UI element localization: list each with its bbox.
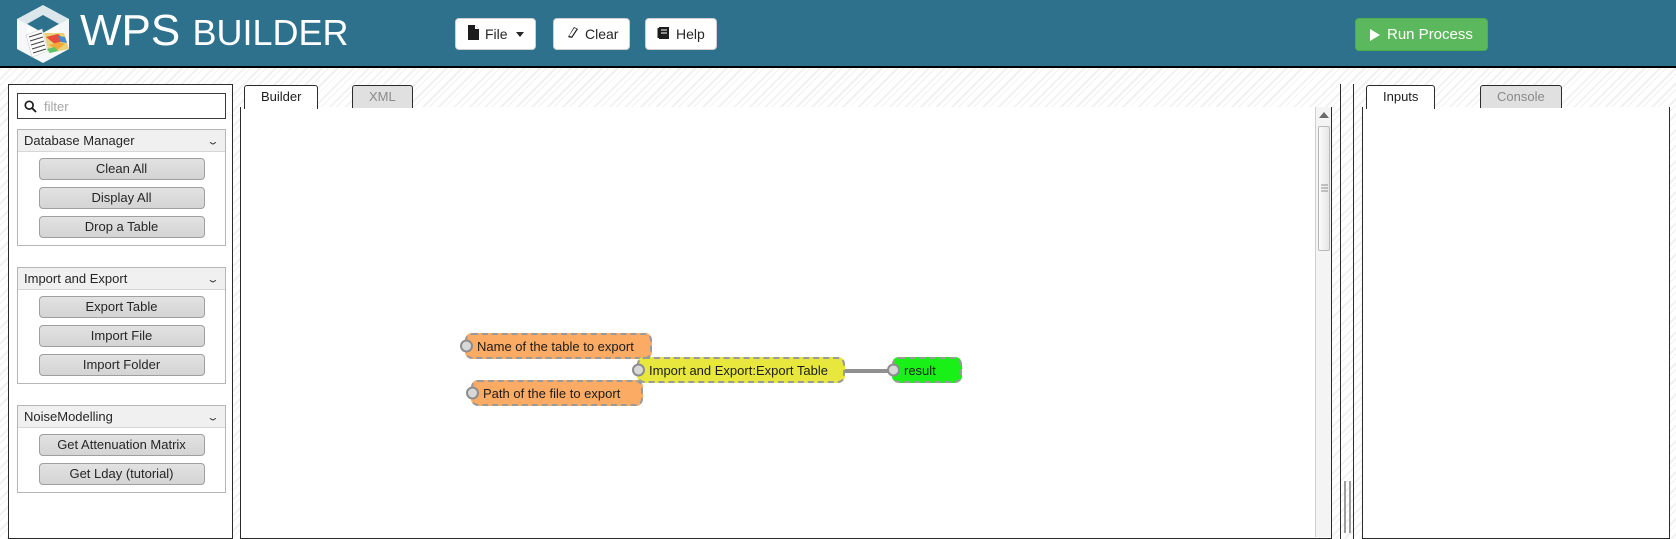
sidebar-item-import-file[interactable]: Import File: [38, 325, 205, 347]
graph-node-name-of-the-table-to-export[interactable]: Name of the table to export: [460, 333, 652, 359]
filter-search-box[interactable]: [17, 93, 226, 119]
sidebar-item-import-folder[interactable]: Import Folder: [38, 354, 205, 376]
chevron-down-icon: ⌄: [206, 410, 220, 423]
app-root: WPS BUILDER File Clear Help Run Process …: [0, 0, 1676, 539]
node-port-left[interactable]: [632, 363, 645, 377]
graph-node-result[interactable]: result: [887, 357, 962, 383]
play-icon: [1370, 28, 1380, 41]
help-button[interactable]: Help: [645, 18, 717, 50]
sidebar-group-import-and-export: Import and Export ⌄ Export Table Import …: [17, 267, 226, 384]
splitter-grip-icon: [1344, 481, 1351, 533]
tab-inputs[interactable]: Inputs: [1366, 85, 1436, 109]
right-tabbar: Inputs Console: [1362, 84, 1670, 109]
center-panel: Builder XML Name of the table to export …: [240, 84, 1332, 539]
wps-hexagon-logo-icon: [12, 3, 74, 65]
graph-node-import-and-export-export-table[interactable]: Import and Export:Export Table: [632, 357, 845, 383]
sidebar-group-header-database-manager[interactable]: Database Manager ⌄: [18, 130, 225, 152]
sidebar-group-title: Database Manager: [24, 133, 135, 148]
sidebar-group-header-noisemodelling[interactable]: NoiseModelling ⌄: [18, 406, 225, 428]
sidebar-item-get-lday-tutorial[interactable]: Get Lday (tutorial): [38, 463, 205, 485]
right-panel: Inputs Console: [1362, 84, 1670, 539]
run-process-label: Run Process: [1387, 26, 1473, 43]
chevron-down-icon: ⌄: [206, 272, 220, 285]
app-header: WPS BUILDER File Clear Help Run Process: [0, 0, 1676, 68]
chevron-down-icon: [515, 31, 524, 37]
file-menu-label: File: [485, 26, 508, 42]
tab-console[interactable]: Console: [1480, 85, 1562, 108]
sidebar-group-database-manager: Database Manager ⌄ Clean All Display All…: [17, 129, 226, 246]
file-menu-button[interactable]: File: [455, 18, 536, 50]
sidebar-group-title: NoiseModelling: [24, 409, 113, 424]
file-icon: [467, 25, 480, 43]
run-process-button[interactable]: Run Process: [1355, 18, 1488, 51]
builder-canvas[interactable]: Name of the table to export Path of the …: [240, 107, 1332, 539]
sidebar-group-body: Clean All Display All Drop a Table: [18, 152, 225, 245]
sidebar-group-body: Export Table Import File Import Folder: [18, 290, 225, 383]
book-icon: [657, 26, 671, 43]
graph-node-label: Name of the table to export: [477, 338, 634, 354]
canvas-vertical-scrollbar[interactable]: [1315, 107, 1331, 537]
graph-node-label: Import and Export:Export Table: [649, 362, 828, 378]
sidebar-group-noisemodelling: NoiseModelling ⌄ Get Attenuation Matrix …: [17, 405, 226, 493]
scroll-up-arrow-icon[interactable]: [1319, 112, 1329, 118]
brand-wps: WPS: [80, 6, 193, 55]
node-port-left[interactable]: [460, 339, 473, 353]
sidebar-item-export-table[interactable]: Export Table: [38, 296, 205, 318]
brand-builder: BUILDER: [192, 12, 349, 53]
sidebar-item-clean-all[interactable]: Clean All: [38, 158, 205, 180]
scroll-thumb-grip-icon: [1321, 184, 1328, 193]
eraser-icon: [565, 26, 580, 42]
scrollbar-thumb[interactable]: [1318, 126, 1330, 251]
panel-splitter[interactable]: [1340, 84, 1354, 539]
sidebar: Database Manager ⌄ Clean All Display All…: [8, 84, 233, 539]
sidebar-group-header-import-and-export[interactable]: Import and Export ⌄: [18, 268, 225, 290]
sidebar-item-drop-a-table[interactable]: Drop a Table: [38, 216, 205, 238]
tab-xml[interactable]: XML: [352, 85, 413, 108]
help-label: Help: [676, 26, 705, 42]
tab-builder[interactable]: Builder: [244, 85, 319, 109]
page-title: WPS BUILDER: [80, 6, 349, 56]
graph-node-label: Path of the file to export: [483, 385, 621, 401]
clear-label: Clear: [585, 26, 619, 42]
graph-node-path-of-the-file-to-export[interactable]: Path of the file to export: [466, 380, 643, 406]
graph-node-label: result: [904, 362, 936, 378]
inputs-panel-body[interactable]: [1362, 107, 1670, 539]
node-port-left[interactable]: [887, 363, 900, 377]
chevron-down-icon: ⌄: [206, 134, 220, 147]
node-port-left[interactable]: [466, 386, 479, 400]
clear-button[interactable]: Clear: [553, 18, 631, 50]
builder-tabbar: Builder XML: [240, 84, 1332, 109]
sidebar-group-body: Get Attenuation Matrix Get Lday (tutoria…: [18, 428, 225, 492]
sidebar-item-display-all[interactable]: Display All: [38, 187, 205, 209]
sidebar-item-get-attenuation-matrix[interactable]: Get Attenuation Matrix: [38, 434, 205, 456]
sidebar-group-title: Import and Export: [24, 271, 128, 286]
filter-input[interactable]: [42, 97, 216, 115]
search-icon: [24, 99, 37, 113]
